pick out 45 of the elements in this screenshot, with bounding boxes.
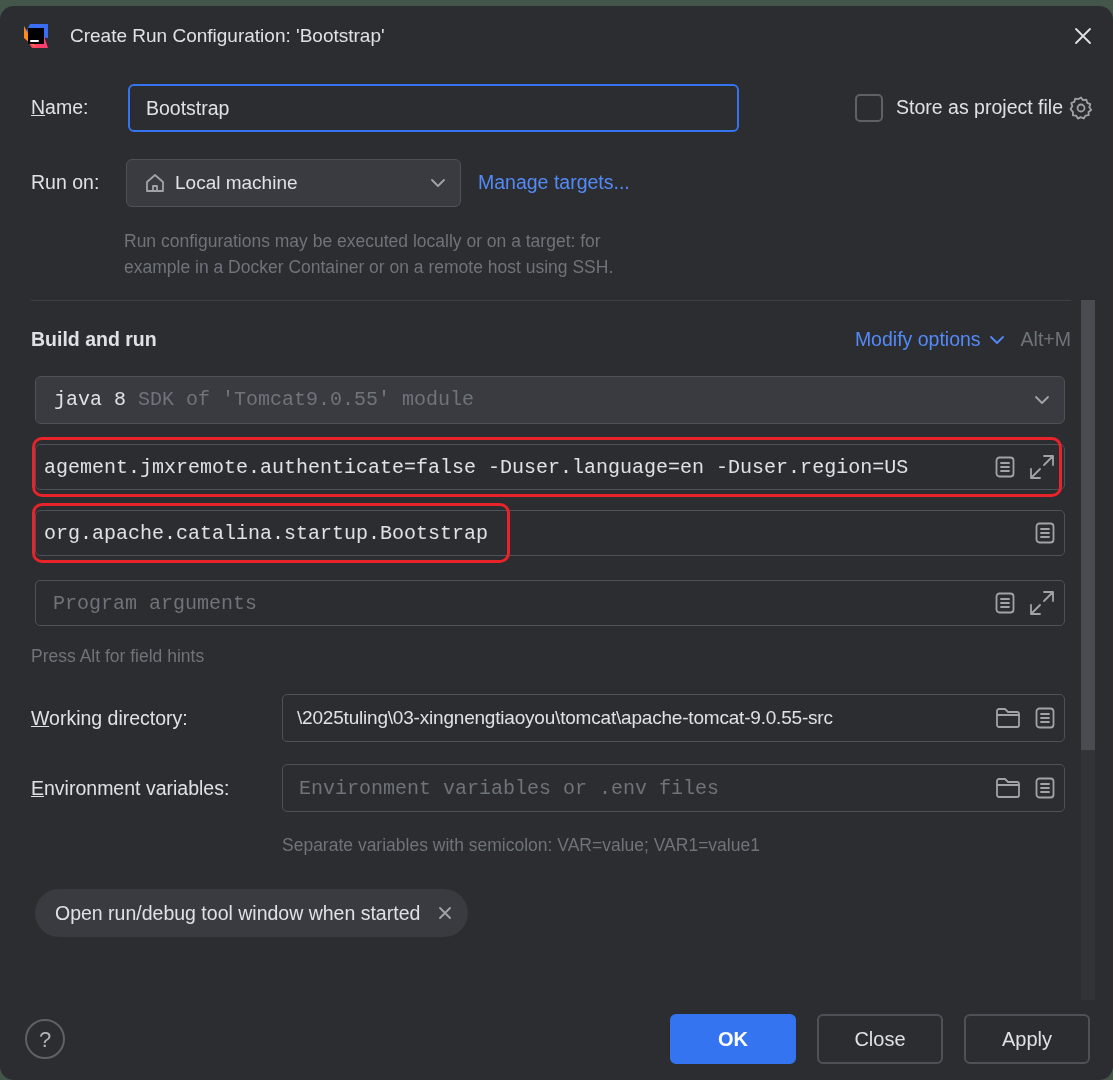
document-icon[interactable] (1035, 777, 1055, 800)
document-icon[interactable] (995, 592, 1015, 615)
gear-icon[interactable] (1069, 96, 1093, 120)
target-dropdown[interactable]: Local machine (126, 159, 461, 207)
text-field[interactable]: agement.jmxremote.authenticate=false -Duser.language=en -Duser.region=US (35, 444, 1065, 491)
expand-icon[interactable] (1029, 590, 1055, 617)
name-field[interactable]: Bootstrap (128, 84, 739, 132)
field-label: Name: (31, 95, 90, 121)
text-field[interactable]: Environment variables or .env files (282, 764, 1065, 813)
text-field[interactable]: \2025tuling\03-xingnengtiaoyou\tomcat\apache-tomcat-9.0.55-src (282, 694, 1065, 743)
chevron-down-icon[interactable] (430, 178, 446, 188)
close-icon[interactable] (438, 906, 453, 921)
modify-options-link[interactable]: Modify options (854, 325, 1005, 355)
folder-icon[interactable] (995, 777, 1021, 800)
document-icon[interactable] (995, 456, 1015, 479)
dialog-button[interactable]: OK (670, 1014, 796, 1064)
folder-icon[interactable] (995, 707, 1021, 730)
checkbox[interactable] (855, 94, 884, 122)
window-title: Create Run Configuration: 'Bootstrap' (70, 23, 386, 48)
app-logo-icon (22, 22, 50, 50)
hint-text: Run configurations may be executed locally or on a target: for example in a Docker Container or on a remote host using SSH. (124, 230, 615, 279)
field-label: Environment variables: (31, 775, 231, 801)
dialog-button[interactable]: Close (817, 1014, 943, 1064)
chevron-down-icon[interactable] (988, 334, 1005, 345)
hint-text: Separate variables with semicolon: VAR=value; VAR1=value1 (282, 834, 761, 858)
help-button[interactable]: ? (25, 1019, 65, 1059)
field-label: Working directory: (31, 705, 189, 731)
scrollbar[interactable] (1081, 300, 1095, 1000)
checkbox-label: Store as project file (896, 95, 1063, 121)
dialog-button[interactable]: Apply (964, 1014, 1090, 1064)
hint-text: Press Alt for field hints (31, 645, 206, 669)
close-icon[interactable] (1073, 26, 1093, 46)
sdk-dropdown[interactable]: java 8 SDK of 'Tomcat9.0.55' module (35, 376, 1065, 425)
section-title: Build and run (31, 327, 158, 352)
expand-icon[interactable] (1029, 454, 1055, 481)
field-label: Run on: (31, 170, 101, 196)
text-field[interactable]: Program arguments (35, 580, 1065, 627)
text-field[interactable]: org.apache.catalina.startup.Bootstrap (35, 510, 1065, 557)
option-chip[interactable]: Open run/debug tool window when started (35, 889, 469, 938)
manage-targets-link[interactable]: Manage targets... (478, 168, 630, 198)
house-icon (145, 173, 165, 193)
document-icon[interactable] (1035, 707, 1055, 730)
shortcut-text: Alt+M (1020, 327, 1071, 352)
chevron-down-icon[interactable] (1034, 395, 1050, 406)
document-icon[interactable] (1035, 522, 1055, 545)
